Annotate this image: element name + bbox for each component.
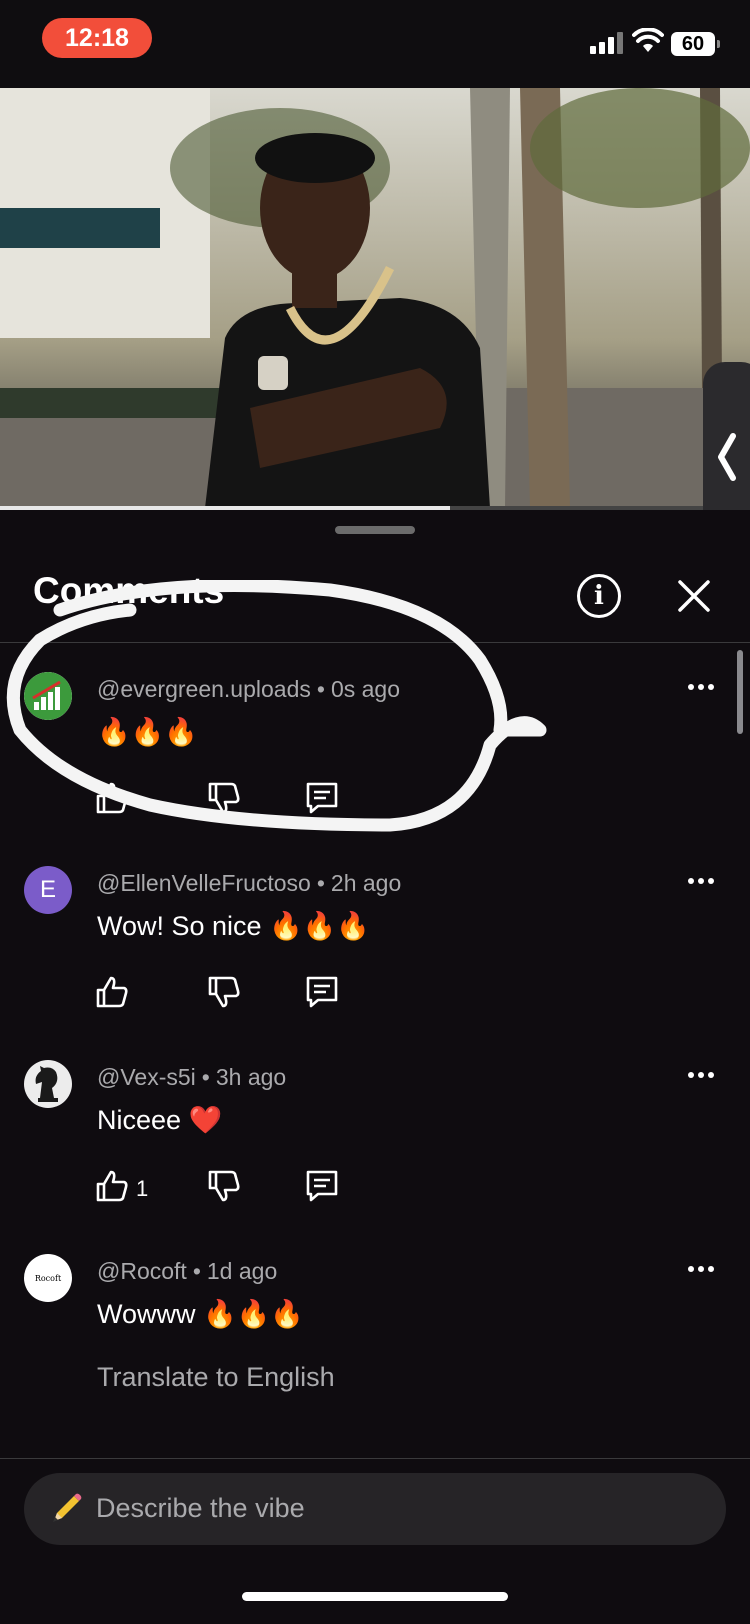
- avatar[interactable]: E: [24, 866, 72, 914]
- comment-input-placeholder: Describe the vibe: [96, 1493, 305, 1523]
- chart-logo-icon: [24, 672, 72, 720]
- dislike-icon[interactable]: [206, 780, 242, 816]
- more-options-icon[interactable]: [688, 1072, 716, 1080]
- like-count: 1: [136, 1176, 149, 1201]
- comment-meta: @Vex-s5i • 3h ago: [97, 1064, 287, 1090]
- comment-actions: 1: [94, 1168, 354, 1208]
- comment-composer-bar: Describe the vibe: [0, 1458, 750, 1624]
- comment-meta: @EllenVelleFructoso • 2h ago: [97, 870, 402, 896]
- comment-actions: [94, 974, 354, 1014]
- comment-item: Rocoft @Rocoft • 1d ago Wowww 🔥🔥🔥 Translat…: [0, 1254, 750, 1474]
- home-indicator: [242, 1592, 508, 1601]
- status-time: 12:18: [42, 18, 152, 58]
- more-options-icon[interactable]: [688, 878, 716, 886]
- header-divider: [0, 642, 750, 643]
- like-icon[interactable]: [94, 1168, 130, 1204]
- info-icon: i: [594, 581, 604, 611]
- comment-text: Wowww 🔥🔥🔥: [97, 1299, 304, 1329]
- avatar-logo-text: Rocoft: [34, 1273, 62, 1283]
- comment-author[interactable]: @EllenVelleFructoso: [97, 870, 311, 896]
- more-options-icon[interactable]: [688, 1266, 716, 1274]
- chevron-left-icon: [718, 433, 736, 481]
- avatar-letter: E: [39, 876, 56, 903]
- pencil-icon: [53, 1493, 82, 1522]
- close-icon[interactable]: [676, 578, 712, 614]
- comment-text: Niceee ❤️: [97, 1105, 223, 1135]
- comment-text: Wow! So nice 🔥🔥🔥: [97, 911, 370, 941]
- drag-handle[interactable]: [335, 526, 415, 534]
- reply-icon[interactable]: [304, 974, 340, 1010]
- comment-actions: [94, 780, 354, 820]
- cellular-signal-icon: [590, 30, 624, 54]
- dislike-icon[interactable]: [206, 1168, 242, 1204]
- avatar[interactable]: [24, 672, 72, 720]
- sheet-title: Comments: [33, 570, 225, 611]
- more-options-icon[interactable]: [688, 684, 716, 692]
- dislike-icon[interactable]: [206, 974, 242, 1010]
- status-bar: 12:18 60: [0, 0, 750, 88]
- like-icon[interactable]: [94, 780, 130, 816]
- reply-icon[interactable]: [304, 1168, 340, 1204]
- comment-age: 0s ago: [330, 676, 400, 702]
- comment-age: 2h ago: [330, 870, 402, 896]
- avatar[interactable]: Rocoft: [24, 1254, 72, 1302]
- comment-meta: @evergreen.uploads • 0s ago: [97, 676, 400, 702]
- comment-item: E @EllenVelleFructoso • 2h ago Wow! So nic…: [0, 866, 750, 1046]
- comment-age: 3h ago: [215, 1064, 287, 1090]
- comment-author[interactable]: @Rocoft: [97, 1258, 187, 1284]
- comment-item: @Vex-s5i • 3h ago Niceee ❤️ 1: [0, 1060, 750, 1240]
- comment-item: @evergreen.uploads • 0s ago 🔥🔥🔥: [0, 672, 750, 852]
- comment-author[interactable]: @Vex-s5i: [97, 1064, 196, 1090]
- like-icon[interactable]: [94, 974, 130, 1010]
- knight-chess-piece-icon: [35, 1066, 58, 1102]
- avatar[interactable]: [24, 1060, 72, 1108]
- battery-indicator: 60: [671, 32, 720, 56]
- comments-sheet: Comments i @evergreen.uploads • 0s ago 🔥🔥🔥: [0, 510, 750, 1624]
- video-player[interactable]: [0, 88, 750, 508]
- reply-icon[interactable]: [304, 780, 340, 816]
- comment-age: 1d ago: [206, 1258, 278, 1284]
- comment-input[interactable]: Describe the vibe: [24, 1473, 726, 1545]
- comment-text: 🔥🔥🔥: [97, 717, 198, 747]
- translate-link[interactable]: Translate to English: [97, 1362, 335, 1393]
- video-frame-image: [0, 88, 750, 508]
- wifi-icon: [632, 28, 664, 52]
- comment-author[interactable]: @evergreen.uploads: [97, 676, 311, 702]
- info-button[interactable]: i: [577, 574, 621, 618]
- comment-meta: @Rocoft • 1d ago: [97, 1258, 278, 1284]
